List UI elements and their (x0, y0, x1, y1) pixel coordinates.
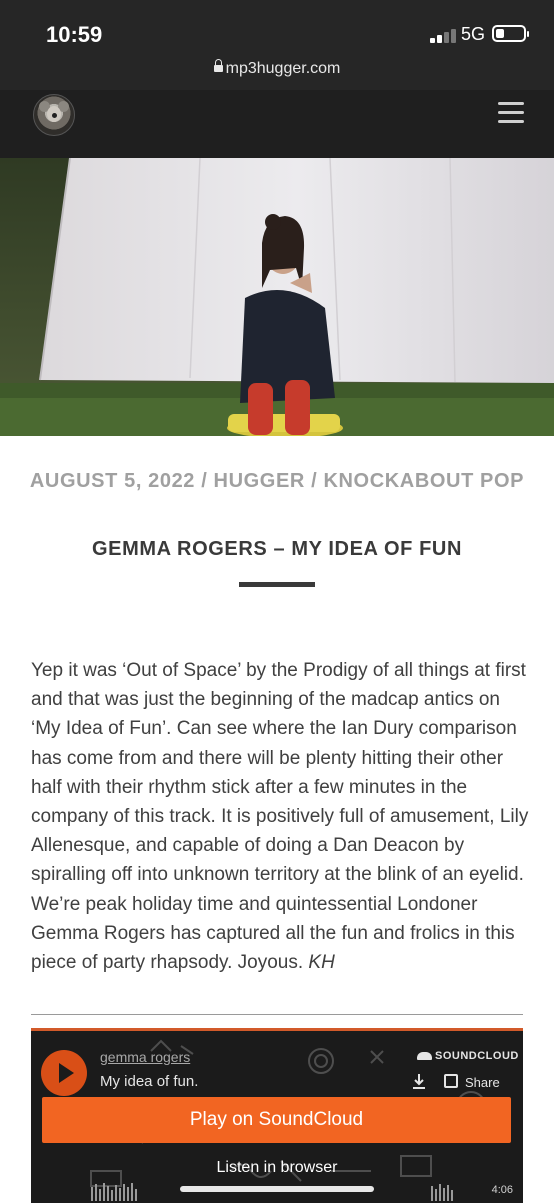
soundcloud-track[interactable]: My idea of fun. (100, 1073, 198, 1090)
home-indicator[interactable] (180, 1186, 374, 1192)
hamburger-menu-icon[interactable] (498, 102, 524, 124)
post-signature: KH (308, 952, 335, 974)
post-author[interactable]: HUGGER (214, 470, 305, 492)
network-label: 5G (461, 24, 486, 44)
hero-photo (0, 158, 554, 436)
lock-icon (213, 59, 223, 72)
share-button[interactable]: Share (465, 1075, 500, 1090)
meta-separator: / (201, 470, 208, 492)
soundcloud-cloud-icon (417, 1052, 432, 1060)
post-body-text: Yep it was ‘Out of Space’ by the Prodigy… (31, 660, 529, 974)
signal-icon (430, 27, 460, 43)
status-bar: 10:59 5G mp3hugger.com (0, 0, 554, 90)
content-divider (31, 1014, 523, 1015)
hero-image (0, 158, 554, 436)
soundcloud-player: gemma rogers My idea of fun. SOUNDCLOUD … (31, 1028, 523, 1203)
site-header (0, 90, 554, 158)
play-icon[interactable] (41, 1050, 87, 1096)
post-body: Yep it was ‘Out of Space’ by the Prodigy… (31, 656, 531, 977)
listen-in-browser-link[interactable]: Listen in browser (31, 1159, 523, 1177)
meta-separator: / (311, 470, 318, 492)
status-time: 10:59 (46, 22, 103, 47)
soundcloud-artist[interactable]: gemma rogers (100, 1049, 190, 1065)
url-text: mp3hugger.com (225, 60, 341, 77)
post-title: GEMMA ROGERS – MY IDEA OF FUN (91, 538, 463, 560)
soundcloud-brand[interactable]: SOUNDCLOUD (435, 1050, 519, 1062)
play-on-soundcloud-button[interactable]: Play on SoundCloud (42, 1097, 511, 1143)
battery-icon (492, 25, 529, 42)
post-meta: AUGUST 5, 2022 / HUGGER / KNOCKABOUT POP (20, 462, 534, 500)
download-icon[interactable] (412, 1074, 426, 1090)
address-bar[interactable]: mp3hugger.com (0, 59, 554, 78)
share-icon[interactable] (444, 1074, 458, 1088)
title-underline (239, 582, 315, 587)
koala-logo-icon[interactable] (33, 94, 75, 136)
post-date[interactable]: AUGUST 5, 2022 (30, 470, 195, 492)
post-category[interactable]: KNOCKABOUT POP (323, 470, 524, 492)
track-duration: 4:06 (491, 1184, 513, 1196)
